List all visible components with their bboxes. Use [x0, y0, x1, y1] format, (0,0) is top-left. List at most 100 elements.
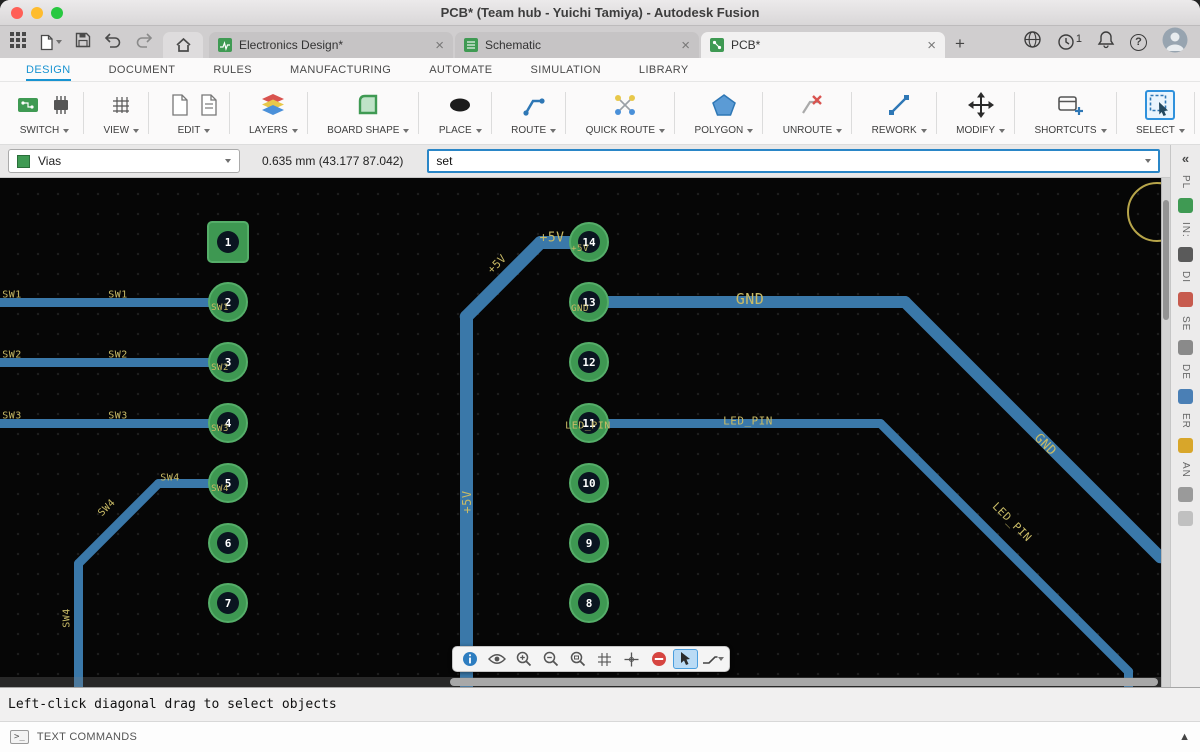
pad-8[interactable]: 8 [569, 583, 609, 623]
copper-trace-GND[interactable] [896, 293, 1169, 566]
new-tab-button[interactable]: + [955, 34, 965, 54]
close-tab-icon[interactable]: × [927, 38, 936, 53]
panel-inspect-icon[interactable] [1178, 247, 1193, 263]
undo-button[interactable] [104, 32, 122, 53]
chevron-down-icon [999, 128, 1006, 133]
file-menu-button[interactable] [39, 34, 62, 51]
pad-4[interactable]: 4 [208, 403, 248, 443]
ribbon-group-view[interactable]: VIEW [94, 82, 149, 144]
notifications-button[interactable] [1097, 30, 1115, 54]
panel-label-IN[interactable]: IN: [1180, 222, 1191, 238]
ribbon-group-place[interactable]: PLACE [430, 82, 492, 144]
panel-label-PL[interactable]: PL [1180, 175, 1191, 189]
user-avatar[interactable] [1162, 27, 1188, 58]
close-tab-icon[interactable]: × [435, 38, 444, 53]
pcb-canvas[interactable]: 1 2 3 4 5 6 7 14 13 12 11 10 9 8 SW1 SW1 SW1 SW2 SW2 SW2 SW3… [0, 178, 1170, 687]
close-window-button[interactable] [11, 6, 23, 19]
panel-erc-icon[interactable] [1178, 438, 1193, 454]
pad-5[interactable]: 5 [208, 463, 248, 503]
pad-10[interactable]: 10 [569, 463, 609, 503]
panel-place-icon[interactable] [1178, 198, 1193, 214]
panel-label-DI[interactable]: DI [1180, 271, 1191, 283]
copper-trace-LED_PIN[interactable] [873, 416, 1135, 678]
job-status-button[interactable]: 1 [1057, 33, 1082, 51]
copper-trace-SW4[interactable] [71, 476, 165, 570]
info-button[interactable] [457, 649, 482, 669]
zoom-window-button[interactable] [51, 6, 63, 19]
zoom-in-button[interactable] [511, 649, 536, 669]
pad-12[interactable]: 12 [569, 342, 609, 382]
menu-manufacturing[interactable]: MANUFACTURING [290, 58, 391, 81]
ribbon-group-shortcuts[interactable]: SHORTCUTS [1025, 82, 1117, 144]
pad-2[interactable]: 2 [208, 282, 248, 322]
pad-7[interactable]: 7 [208, 583, 248, 623]
horizontal-scrollbar-thumb[interactable] [450, 678, 1158, 686]
panel-label-SE[interactable]: SE [1180, 316, 1191, 331]
ribbon-group-unroute[interactable]: UNROUTE [774, 82, 853, 144]
panel-select-icon[interactable] [1178, 340, 1193, 356]
text-commands-bar[interactable]: >_ TEXT COMMANDS ▲ [0, 721, 1200, 752]
menu-simulation[interactable]: SIMULATION [531, 58, 601, 81]
bend-style-button[interactable] [700, 649, 725, 669]
menu-rules[interactable]: RULES [213, 58, 252, 81]
redo-button[interactable] [135, 32, 153, 53]
close-tab-icon[interactable]: × [681, 38, 690, 53]
origin-crosshair-button[interactable] [619, 649, 644, 669]
panel-design-icon[interactable] [1178, 389, 1193, 405]
horizontal-scrollbar[interactable] [0, 677, 1161, 687]
pad-14[interactable]: 14 [569, 222, 609, 262]
layer-dropdown[interactable]: Vias [8, 149, 240, 173]
status-bar: Left-click diagonal drag to select objec… [0, 687, 1200, 721]
home-tab-button[interactable] [163, 32, 203, 58]
stop-command-button[interactable] [646, 649, 671, 669]
tab-electronics-design[interactable]: Electronics Design* × [209, 32, 453, 58]
ribbon-group-switch[interactable]: SWITCH [6, 82, 84, 144]
collapse-panel-icon[interactable]: « [1182, 151, 1189, 166]
zoom-window-button[interactable] [565, 649, 590, 669]
expand-panel-icon[interactable]: ▲ [1179, 731, 1190, 743]
select-tool-button[interactable] [673, 649, 698, 669]
visibility-button[interactable] [484, 649, 509, 669]
extensions-globe-button[interactable] [1023, 30, 1042, 54]
pad-3[interactable]: 3 [208, 342, 248, 382]
app-grid-icon[interactable] [10, 31, 26, 53]
tab-pcb[interactable]: PCB* × [701, 32, 945, 58]
ribbon-group-rework[interactable]: REWORK [863, 82, 937, 144]
command-input[interactable] [436, 154, 1139, 168]
menu-design[interactable]: DESIGN [26, 58, 71, 81]
ribbon-group-quick-route[interactable]: QUICK ROUTE [577, 82, 676, 144]
panel-label-DE[interactable]: DE [1180, 364, 1191, 380]
ribbon-group-route[interactable]: ROUTE [502, 82, 567, 144]
grid-icon [598, 652, 611, 666]
ribbon-group-polygon[interactable]: POLYGON [686, 82, 763, 144]
vertical-scrollbar-thumb[interactable] [1163, 200, 1169, 320]
pad-9[interactable]: 9 [569, 523, 609, 563]
minimize-window-button[interactable] [31, 6, 43, 19]
command-combobox [427, 149, 1160, 173]
menu-library[interactable]: LIBRARY [639, 58, 689, 81]
help-button[interactable]: ? [1130, 33, 1147, 51]
grid-settings-button[interactable] [592, 649, 617, 669]
ribbon-group-modify[interactable]: MODIFY [947, 82, 1015, 144]
pad-1[interactable]: 1 [207, 221, 249, 263]
menu-automate[interactable]: AUTOMATE [429, 58, 492, 81]
panel-display-icon[interactable] [1178, 292, 1193, 308]
chevron-down-icon[interactable] [1145, 159, 1151, 163]
zoom-out-button[interactable] [538, 649, 563, 669]
vertical-scrollbar[interactable] [1161, 178, 1170, 687]
tab-schematic[interactable]: Schematic × [455, 32, 699, 58]
panel-analyze-icon[interactable] [1178, 487, 1193, 503]
save-button[interactable] [75, 32, 91, 53]
copper-trace-SW4[interactable] [73, 558, 83, 687]
ribbon-group-board-shape[interactable]: BOARD SHAPE [318, 82, 420, 144]
pad-13[interactable]: 13 [569, 282, 609, 322]
pad-6[interactable]: 6 [208, 523, 248, 563]
panel-label-ER[interactable]: ER [1180, 413, 1191, 429]
ribbon-group-select[interactable]: SELECT [1127, 82, 1195, 144]
ribbon-group-edit[interactable]: EDIT [160, 82, 230, 144]
file-icon [40, 34, 53, 50]
panel-extra-icon[interactable] [1178, 511, 1193, 527]
menu-document[interactable]: DOCUMENT [109, 58, 176, 81]
ribbon-group-layers[interactable]: LAYERS [240, 82, 308, 144]
panel-label-AN[interactable]: AN [1180, 462, 1191, 478]
